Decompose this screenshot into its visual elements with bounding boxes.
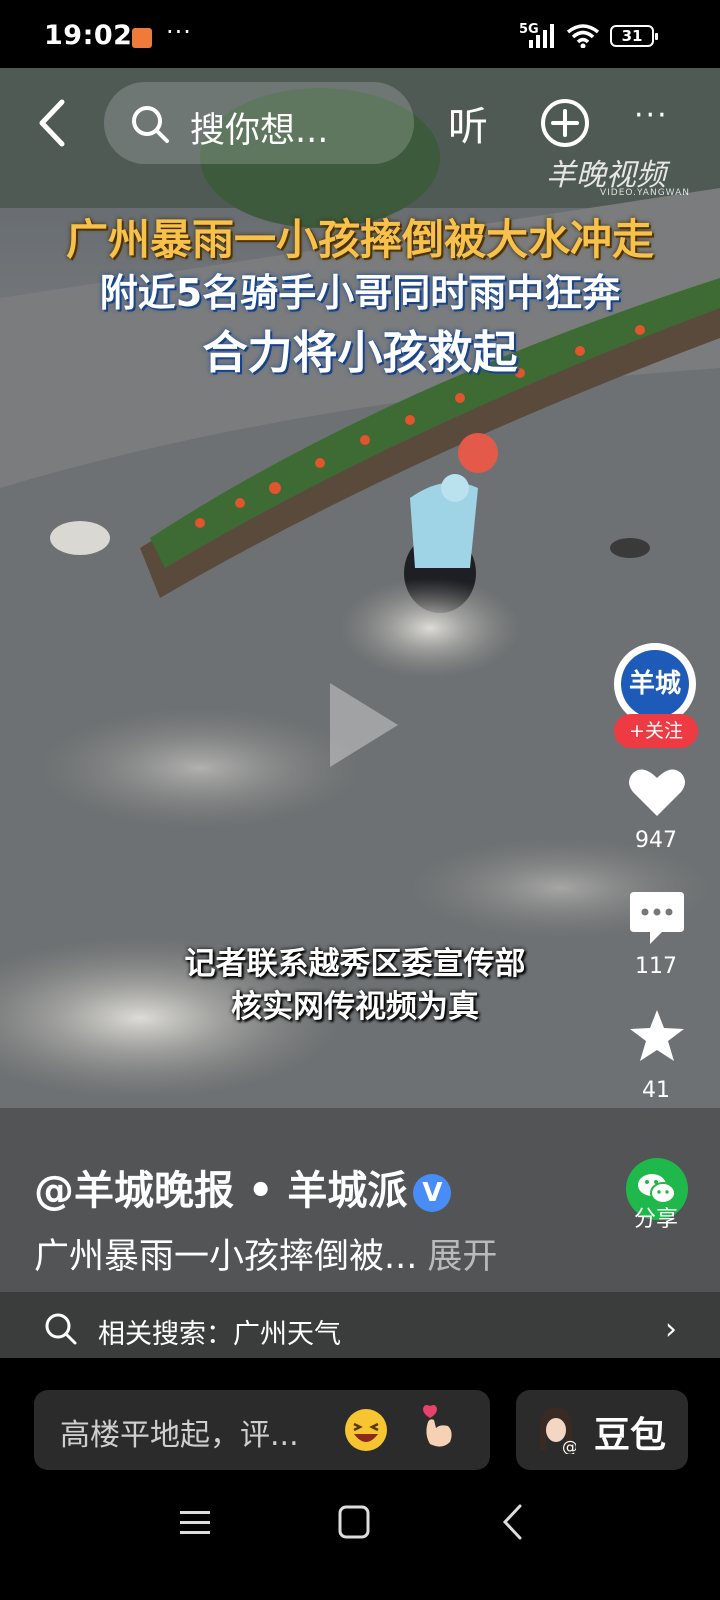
avatar-logo: 羊城 [621, 650, 689, 718]
author-name[interactable]: @羊城晚报 • 羊城派 V [34, 1158, 452, 1216]
comment-count: 117 [635, 954, 677, 979]
status-time: 19:02 [44, 20, 133, 51]
bottom-bar: 高楼平地起，评... @ 豆包 [0, 1358, 720, 1600]
more-options-icon[interactable]: ··· [634, 98, 669, 133]
video-subtitle-line1: 记者联系越秀区委宣传部 [184, 946, 526, 982]
video-player[interactable]: 搜你想... 听 ··· 羊晚视频 VIDEO.YANGWAN 广州暴雨一小孩摔… [0, 68, 720, 1358]
search-icon [132, 106, 169, 143]
related-search-bar[interactable]: 相关搜索：广州天气 › [0, 1292, 720, 1358]
expand-link[interactable]: 展开 [427, 1237, 497, 1277]
like-count: 947 [635, 828, 677, 853]
back-nav-icon[interactable] [500, 1503, 526, 1541]
favorite-count: 41 [642, 1078, 670, 1103]
play-icon[interactable] [330, 683, 398, 767]
search-placeholder: 搜你想... [190, 111, 329, 151]
assistant-avatar-icon: @ [540, 1408, 576, 1454]
video-subtitle-line2: 核实网传视频为真 [231, 989, 479, 1025]
related-search-label: 相关搜索：广州天气 [98, 1319, 341, 1350]
description-text: 广州暴雨一小孩摔倒被... [34, 1237, 418, 1277]
wifi-icon [566, 24, 600, 48]
search-icon [45, 1313, 77, 1345]
share-label: 分享 [633, 1207, 678, 1232]
doubao-assistant-button[interactable]: @ 豆包 [516, 1390, 688, 1470]
back-arrow-icon[interactable] [34, 98, 74, 148]
watermark-sub: VIDEO.YANGWAN [600, 188, 690, 198]
assistant-label: 豆包 [594, 1415, 667, 1456]
more-notifications-icon: ··· [166, 18, 192, 46]
laughing-emoji-icon[interactable] [344, 1408, 388, 1452]
svg-text:@: @ [562, 1437, 576, 1454]
signal-icon [529, 24, 554, 48]
video-description[interactable]: 广州暴雨一小孩摔倒被... 展开 [34, 1228, 497, 1279]
recents-menu-icon[interactable] [178, 1508, 212, 1538]
heart-icon[interactable] [628, 766, 686, 818]
plus-circle-icon[interactable] [540, 98, 590, 148]
battery-indicator: 31 [610, 25, 658, 47]
author-handle: @羊城晚报 • 羊城派 [34, 1168, 408, 1214]
comment-icon[interactable] [628, 890, 686, 946]
video-caption-line1: 广州暴雨一小孩摔倒被大水冲走 [65, 215, 654, 264]
video-caption-line3: 合力将小孩救起 [202, 326, 518, 379]
comment-placeholder: 高楼平地起，评... [60, 1418, 299, 1453]
notification-icon [132, 28, 152, 48]
star-icon[interactable] [628, 1008, 686, 1064]
author-avatar[interactable]: 羊城 [614, 643, 696, 725]
status-bar: 19:02 ··· 5G 31 [0, 0, 720, 68]
video-caption-line2: 附近5名骑手小哥同时雨中狂奔 [99, 271, 621, 315]
comment-input[interactable]: 高楼平地起，评... [34, 1390, 490, 1470]
verified-badge: V [413, 1174, 452, 1212]
chevron-right-icon: › [665, 1312, 677, 1347]
home-icon[interactable] [337, 1504, 371, 1540]
search-bar[interactable]: 搜你想... [104, 82, 414, 164]
follow-button[interactable]: +关注 [614, 714, 698, 748]
finger-heart-emoji-icon[interactable] [418, 1404, 458, 1450]
listen-button[interactable]: 听 [448, 94, 488, 152]
